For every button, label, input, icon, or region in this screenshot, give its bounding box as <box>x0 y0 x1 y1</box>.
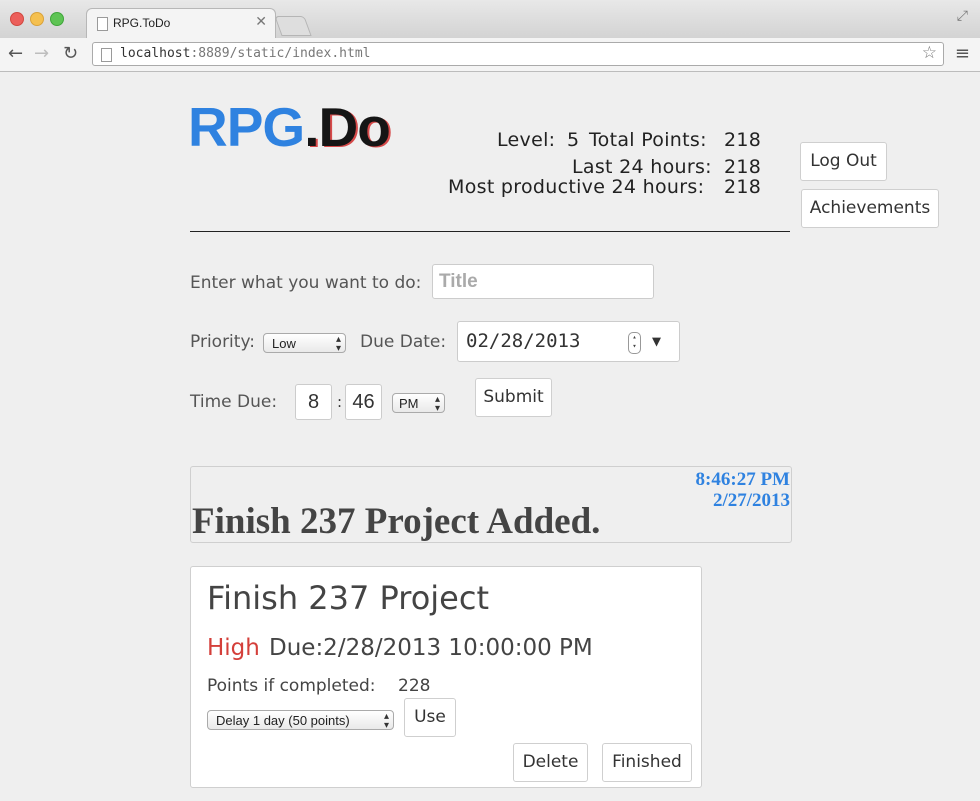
app-logo: RPG.Do <box>188 92 391 162</box>
level-value: 5 <box>567 129 580 151</box>
last-24-value: 218 <box>724 156 762 178</box>
select-arrows-icon: ▴ ▾ <box>434 394 440 414</box>
select-arrows-icon: ▴ ▾ <box>383 711 389 731</box>
title-label: Enter what you want to do: <box>190 273 422 293</box>
most-productive-value: 218 <box>724 176 762 198</box>
reload-icon[interactable]: ↻ <box>63 43 78 64</box>
total-points-label: Total Points: <box>589 129 707 151</box>
time-due-label: Time Due: <box>190 392 278 412</box>
notification-timestamp: 8:46:27 PM 2/27/2013 <box>696 469 790 511</box>
window-maximize-button[interactable] <box>50 12 64 26</box>
due-date-label: Due Date: <box>360 332 447 352</box>
url-host: localhost <box>120 46 191 61</box>
task-title: Finish 237 Project <box>207 579 489 617</box>
bookmark-star-icon[interactable]: ☆ <box>922 43 937 63</box>
browser-titlebar: RPG.ToDo ✕ ⤢ <box>0 0 980 39</box>
notification-message: Finish 237 Project Added. <box>192 501 601 542</box>
delay-select[interactable]: Delay 1 day (50 points) ▴ ▾ <box>207 710 394 731</box>
task-priority: High <box>207 635 260 661</box>
window-close-button[interactable] <box>10 12 24 26</box>
fullscreen-icon[interactable]: ⤢ <box>957 8 968 24</box>
achievements-button[interactable]: Achievements <box>801 189 939 228</box>
window-minimize-button[interactable] <box>30 12 44 26</box>
new-tab-button[interactable] <box>274 16 312 36</box>
points-value: 228 <box>398 676 431 696</box>
logo-rpg: RPG <box>188 96 305 158</box>
browser-toolbar: ← → ↻ localhost:8889/static/index.html ☆… <box>0 38 980 72</box>
minute-input[interactable]: 46 <box>345 384 382 420</box>
notification-date: 2/27/2013 <box>712 490 790 511</box>
dropdown-triangle-icon[interactable]: ▼ <box>652 322 661 361</box>
select-arrows-icon: ▴ ▾ <box>335 334 341 354</box>
most-productive-label: Most productive 24 hours: <box>448 176 705 198</box>
url-path: :8889/static/index.html <box>190 46 371 61</box>
ampm-select[interactable]: PM ▴ ▾ <box>392 393 445 414</box>
page-icon <box>101 48 112 62</box>
task-due-date: Due:2/28/2013 10:00:00 PM <box>269 635 593 661</box>
back-arrow-icon[interactable]: ← <box>8 43 23 64</box>
forward-arrow-icon[interactable]: → <box>34 43 49 64</box>
last-24-label: Last 24 hours: <box>572 156 712 178</box>
date-spinner[interactable]: ▴ ▾ <box>628 332 641 354</box>
page-icon <box>97 17 108 31</box>
use-button[interactable]: Use <box>404 698 456 737</box>
tab-title: RPG.ToDo <box>113 16 171 30</box>
priority-select[interactable]: Low ▴ ▾ <box>263 333 346 354</box>
delay-select-value: Delay 1 day (50 points) <box>216 713 350 728</box>
priority-select-value: Low <box>272 336 296 351</box>
finished-button[interactable]: Finished <box>602 743 692 782</box>
header-divider <box>190 231 790 232</box>
title-input[interactable]: Title <box>432 264 654 299</box>
submit-button[interactable]: Submit <box>475 378 552 417</box>
due-date-value: 02/28/2013 <box>466 330 581 352</box>
url-text: localhost:8889/static/index.html <box>120 46 370 61</box>
address-bar[interactable]: localhost:8889/static/index.html ☆ <box>92 42 944 66</box>
browser-tab[interactable]: RPG.ToDo ✕ <box>86 8 276 39</box>
menu-icon[interactable]: ≡ <box>955 43 970 64</box>
hour-input[interactable]: 8 <box>295 384 332 420</box>
points-label: Points if completed: <box>207 676 376 696</box>
total-points-value: 218 <box>724 129 762 151</box>
level-label: Level: <box>497 129 556 151</box>
logo-do: .Do <box>304 96 391 158</box>
close-icon[interactable]: ✕ <box>255 14 267 30</box>
logout-button[interactable]: Log Out <box>800 142 887 181</box>
notification-box: 8:46:27 PM 2/27/2013 Finish 237 Project … <box>190 466 792 543</box>
due-date-input[interactable]: 02/28/2013 ▴ ▾ ▼ <box>457 321 680 362</box>
notification-time: 8:46:27 PM <box>695 469 790 490</box>
priority-label: Priority: <box>190 332 255 352</box>
task-card: Finish 237 Project High Due:2/28/2013 10… <box>190 566 702 788</box>
time-separator: : <box>337 393 343 411</box>
ampm-select-value: PM <box>399 396 419 411</box>
delete-button[interactable]: Delete <box>513 743 588 782</box>
